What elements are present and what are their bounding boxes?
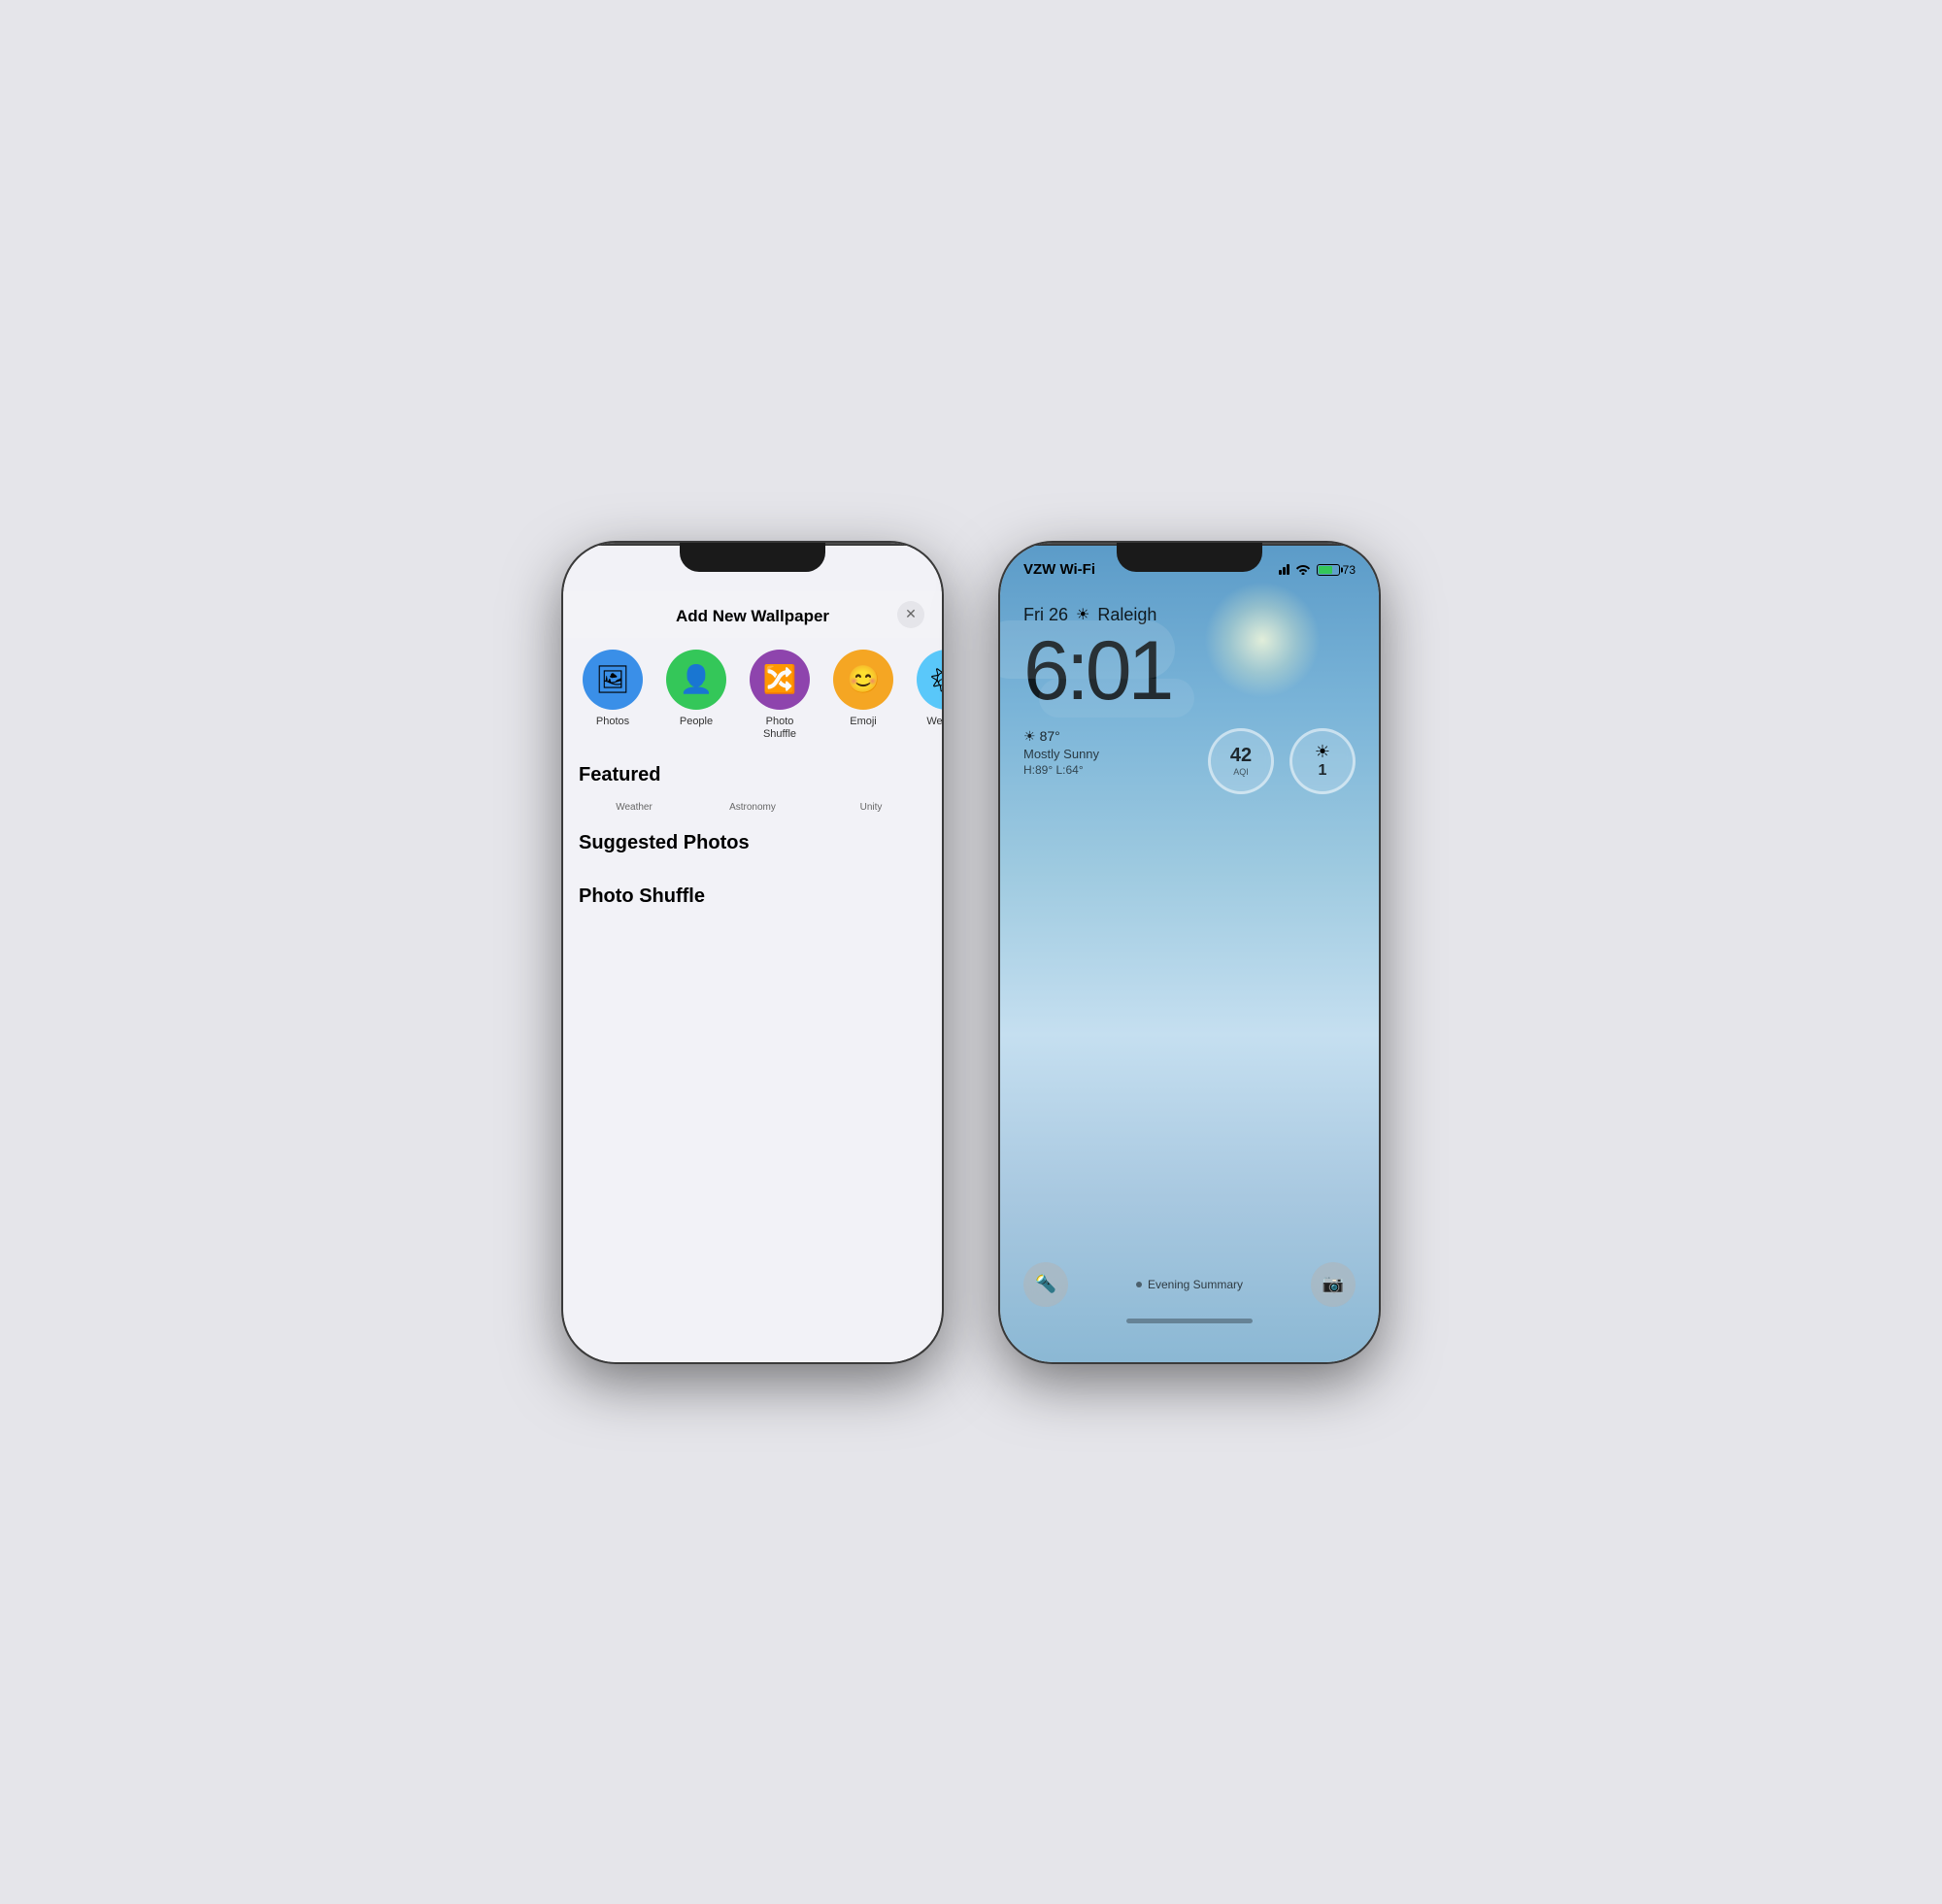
picker-title: Add New Wallpaper (676, 607, 829, 626)
camera-button[interactable]: 📷 (1311, 1262, 1356, 1307)
emoji-icon-circle: 😊 (833, 650, 893, 710)
aqi-widget: 42 AQI (1208, 728, 1274, 794)
unity-thumb-caption: Unity (860, 802, 883, 813)
battery-icon (1317, 564, 1340, 576)
flashlight-button[interactable]: 🔦 (1023, 1262, 1068, 1307)
suggested-photos-title: Suggested Photos (579, 824, 926, 854)
unity-wallpaper-wrapper: Tuesday, January 9 9:41 Unity (816, 798, 926, 813)
sig-bar-3 (1287, 564, 1289, 575)
battery-fill (1319, 566, 1333, 574)
lock-screen: VZW Wi-Fi 73 (1000, 543, 1379, 1362)
notification-pill[interactable]: Evening Summary (1136, 1278, 1243, 1291)
camera-icon: 📷 (1323, 1274, 1344, 1294)
wifi-icon (1295, 562, 1311, 578)
cloud-2 (1039, 679, 1194, 718)
signal-icon (1279, 564, 1289, 575)
photo-shuffle-section-title: Photo Shuffle (579, 878, 926, 908)
notification-dot (1136, 1282, 1142, 1287)
left-iphone: Add New Wallpaper ✕ 🖼 Photos 👤 Pe (563, 543, 942, 1362)
flashlight-icon: 🔦 (1035, 1274, 1056, 1294)
close-icon: ✕ (905, 606, 917, 622)
featured-section-title: Featured (579, 756, 926, 786)
temperature-value: 87° (1040, 728, 1060, 744)
weather-thumb-caption: Weather (616, 802, 653, 813)
notification-text: Evening Summary (1148, 1278, 1243, 1291)
astronomy-thumb-caption: Astronomy (729, 802, 776, 813)
photo-shuffle-section: Photo Shuffle (563, 878, 942, 931)
people-label: People (680, 716, 713, 728)
weather-condition: Mostly Sunny (1023, 747, 1192, 761)
iphone-screen-left: Add New Wallpaper ✕ 🖼 Photos 👤 Pe (563, 543, 942, 1362)
type-icon-photos[interactable]: 🖼 Photos (579, 650, 647, 741)
uv-sun-icon: ☀ (1315, 742, 1330, 762)
battery-percentage: 73 (1343, 563, 1356, 577)
iphone-screen-right: VZW Wi-Fi 73 (1000, 543, 1379, 1362)
astronomy-wallpaper-wrapper: Fri 26 ● First Quarter 9:41 Astronomy (697, 798, 808, 813)
suggested-photos-section: Suggested Photos Tuesday, January 9 9:41 (563, 824, 942, 878)
emoji-icon: 😊 (847, 663, 881, 695)
photo-shuffle-icon: 🔀 (763, 663, 797, 695)
right-notch (1117, 543, 1262, 572)
weather-wallpaper-wrapper: Fri 26 ☀ Cupertino 9:41 Weather (579, 798, 689, 813)
picker-header: Add New Wallpaper ✕ (563, 591, 942, 638)
aqi-label: AQI (1233, 767, 1249, 777)
status-icons: 73 (1279, 562, 1356, 578)
cloud-1 (1000, 620, 1175, 679)
wallpaper-picker[interactable]: Add New Wallpaper ✕ 🖼 Photos 👤 Pe (563, 543, 942, 1362)
sig-bar-1 (1279, 570, 1282, 575)
lock-screen-bottom: 🔦 Evening Summary 📷 (1000, 1243, 1379, 1362)
carrier-label: VZW Wi-Fi (1023, 561, 1095, 578)
photo-shuffle-icon-circle: 🔀 (750, 650, 810, 710)
featured-grid: Fri 26 ☀ Cupertino 9:41 Weather (579, 798, 926, 813)
people-icon: 👤 (680, 663, 714, 695)
type-icon-weather[interactable]: 🌤 Weather (913, 650, 942, 741)
weather-widget: ☀ 87° Mostly Sunny H:89° L:64° (1023, 728, 1192, 777)
sig-bar-2 (1283, 567, 1286, 575)
wallpaper-type-icons-row: 🖼 Photos 👤 People 🔀 PhotoShuffle (563, 638, 942, 756)
type-icon-people[interactable]: 👤 People (662, 650, 730, 741)
photos-icon: 🖼 (595, 663, 630, 695)
featured-section: Featured Fri 26 ☀ Cupertino 9:41 (563, 756, 942, 824)
aqi-value: 42 (1230, 746, 1252, 765)
temp-sun-icon: ☀ (1023, 728, 1036, 745)
weather-icon: 🌤 (929, 663, 942, 695)
uv-value: 1 (1319, 762, 1327, 780)
weather-icon-circle: 🌤 (917, 650, 942, 710)
type-icon-photo-shuffle[interactable]: 🔀 PhotoShuffle (746, 650, 814, 741)
lock-screen-widgets-row: ☀ 87° Mostly Sunny H:89° L:64° 42 AQI ☀ … (1000, 717, 1379, 806)
people-icon-circle: 👤 (666, 650, 726, 710)
weather-hi-lo: H:89° L:64° (1023, 763, 1192, 777)
photo-shuffle-label: PhotoShuffle (763, 716, 796, 741)
weather-label: Weather (926, 716, 942, 728)
right-iphone: VZW Wi-Fi 73 (1000, 543, 1379, 1362)
home-indicator[interactable] (1126, 1319, 1253, 1323)
lock-screen-controls: 🔦 Evening Summary 📷 (1023, 1262, 1356, 1307)
type-icon-emoji[interactable]: 😊 Emoji (829, 650, 897, 741)
picker-close-button[interactable]: ✕ (897, 601, 924, 628)
uv-widget: ☀ 1 (1289, 728, 1356, 794)
emoji-label: Emoji (850, 716, 877, 728)
battery-indicator: 73 (1317, 563, 1356, 577)
weather-temp: ☀ 87° (1023, 728, 1192, 745)
notch (680, 543, 825, 572)
photos-icon-circle: 🖼 (583, 650, 643, 710)
photos-label: Photos (596, 716, 629, 728)
